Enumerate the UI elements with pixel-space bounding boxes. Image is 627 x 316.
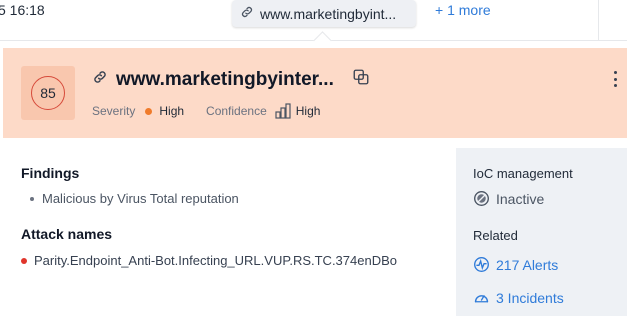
score-badge: 85 [21, 66, 75, 120]
incidents-gauge-icon [473, 289, 490, 306]
ioc-status[interactable]: Inactive [473, 190, 544, 207]
score-value: 85 [31, 76, 65, 110]
inactive-icon [473, 190, 490, 207]
link-icon [240, 5, 254, 22]
attack-name-item: Parity.Endpoint_Anti-Bot.Infecting_URL.V… [21, 253, 397, 268]
incidents-link[interactable]: 3 Incidents [473, 289, 564, 306]
ioc-status-value: Inactive [496, 190, 545, 207]
attack-names-title: Attack names [21, 226, 113, 242]
attack-dot-icon [21, 257, 27, 264]
timestamp: 5 16:18 [0, 2, 45, 18]
attack-name-text: Parity.Endpoint_Anti-Bot.Infecting_URL.V… [34, 253, 397, 268]
finding-item: Malicious by Virus Total reputation [30, 191, 239, 206]
ioc-header: 85 www.marketingbyinter... Severity High… [3, 48, 627, 138]
url-chip-label: www.marketingbyint... [260, 5, 397, 22]
divider [598, 0, 599, 40]
finding-text: Malicious by Virus Total reputation [42, 191, 239, 206]
copy-icon[interactable] [352, 68, 370, 91]
confidence-bars-icon [275, 103, 291, 119]
severity-value: High [159, 104, 185, 118]
severity-label: Severity [92, 104, 136, 118]
url-tab-chip[interactable]: www.marketingbyint... [232, 0, 416, 27]
meta-row: Severity High Confidence High [92, 103, 320, 119]
incidents-link-label: 3 Incidents [496, 289, 564, 306]
ioc-management-label: IoC management [473, 166, 573, 181]
more-vertical-icon[interactable] [612, 71, 618, 87]
more-link[interactable]: + 1 more [435, 2, 491, 18]
findings-title: Findings [21, 165, 80, 181]
top-bar: 5 16:18 www.marketingbyint... + 1 more [0, 0, 627, 41]
alerts-icon [473, 256, 490, 273]
alerts-link-label: 217 Alerts [496, 256, 559, 273]
confidence-value: High [295, 104, 321, 118]
ioc-title: www.marketingbyinter... [116, 68, 334, 90]
title-row: www.marketingbyinter... [92, 68, 370, 91]
confidence-label: Confidence [206, 104, 267, 118]
related-label: Related [473, 228, 518, 243]
side-panel: IoC management Inactive Related 217 Aler… [456, 148, 627, 316]
link-icon [92, 69, 108, 90]
bullet-icon [30, 196, 34, 201]
alerts-link[interactable]: 217 Alerts [473, 256, 558, 273]
severity-dot-icon [145, 107, 153, 115]
details-pane: Findings Malicious by Virus Total reputa… [0, 148, 455, 316]
